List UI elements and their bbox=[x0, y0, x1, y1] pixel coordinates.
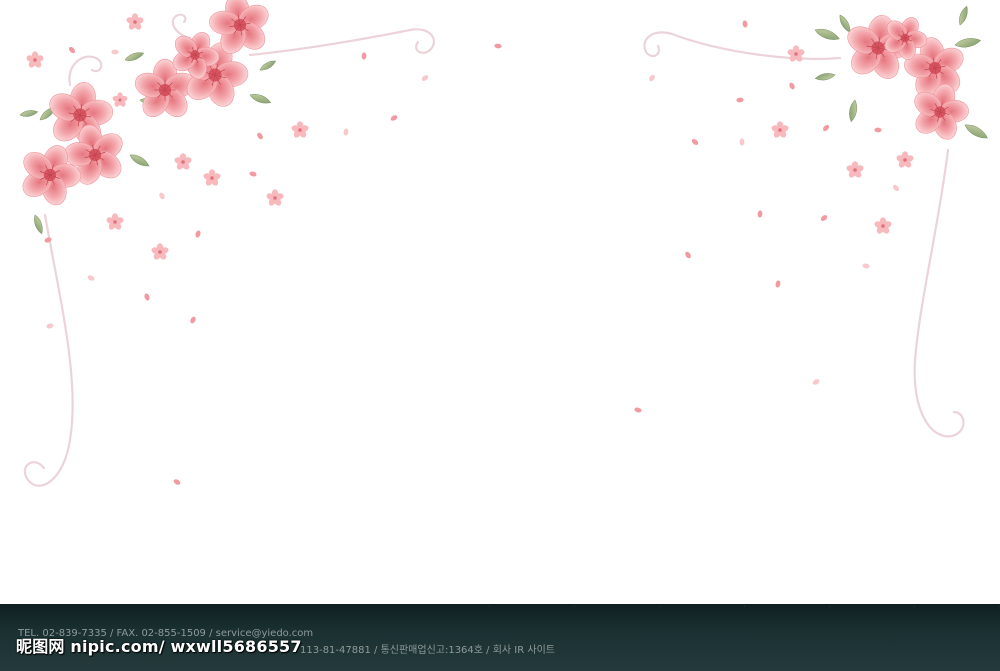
small-blossom bbox=[112, 92, 128, 107]
small-blossom bbox=[846, 161, 864, 178]
small-blossom bbox=[26, 51, 44, 68]
small-blossom bbox=[126, 13, 144, 30]
leaf bbox=[129, 154, 150, 167]
small-blossom bbox=[266, 189, 284, 206]
leaf bbox=[249, 94, 272, 104]
leaf bbox=[959, 5, 968, 26]
leaf bbox=[124, 52, 145, 61]
leaf bbox=[814, 73, 836, 81]
petal bbox=[159, 192, 165, 200]
petal bbox=[494, 43, 502, 49]
petal bbox=[822, 124, 830, 132]
small-blossom bbox=[787, 45, 805, 62]
footer-registration-line: 113-81-47881 / 통신판매업신고:1364호 / 회사 IR 사이트 bbox=[300, 641, 559, 656]
petal bbox=[862, 263, 870, 269]
footer-bar: · · · · · · · · · · · TEL. 02-839-7335 /… bbox=[0, 604, 1000, 671]
petal bbox=[144, 293, 150, 301]
petal bbox=[195, 230, 201, 238]
petal bbox=[257, 132, 263, 140]
petal bbox=[649, 74, 655, 82]
petal bbox=[173, 479, 181, 485]
leaf bbox=[814, 28, 840, 40]
petal bbox=[789, 82, 795, 90]
petal bbox=[361, 52, 367, 60]
petal bbox=[249, 171, 257, 177]
petal bbox=[736, 97, 744, 103]
petal bbox=[685, 251, 691, 259]
footer-divider-dots: · · · · · · · · · · · bbox=[488, 604, 1000, 611]
petal bbox=[87, 275, 95, 281]
small-blossom bbox=[874, 217, 892, 234]
petal bbox=[190, 316, 196, 324]
petal bbox=[390, 115, 398, 121]
petal bbox=[820, 215, 828, 221]
petal bbox=[874, 127, 882, 133]
leaf bbox=[259, 60, 276, 71]
leaf bbox=[964, 124, 988, 139]
footer-registration-text: 113-81-47881 / 통신판매업신고:1364호 / 회사 IR 사이트 bbox=[300, 645, 555, 656]
leaf bbox=[34, 214, 43, 235]
watermark-text: 昵图网 nipic.com/ wxwll5686557 bbox=[16, 637, 302, 656]
blossom-artwork bbox=[19, 0, 988, 487]
small-blossom bbox=[203, 169, 221, 186]
small-blossom bbox=[106, 213, 124, 230]
petal bbox=[343, 128, 349, 136]
petal bbox=[634, 407, 642, 413]
petal bbox=[893, 184, 899, 192]
leaf bbox=[19, 110, 39, 117]
small-blossom bbox=[771, 121, 789, 138]
petal bbox=[68, 46, 76, 54]
petal bbox=[775, 280, 781, 288]
petal bbox=[739, 138, 745, 146]
leaf bbox=[849, 99, 858, 123]
vine-right bbox=[643, 31, 965, 438]
small-blossom bbox=[151, 243, 169, 260]
small-blossom bbox=[174, 153, 192, 170]
leaf bbox=[954, 38, 982, 48]
petal bbox=[111, 49, 119, 55]
petal bbox=[742, 20, 748, 28]
blossom-flower bbox=[914, 83, 969, 140]
petal bbox=[691, 139, 699, 145]
blossom-cluster-right bbox=[771, 5, 988, 234]
small-blossom bbox=[291, 121, 309, 138]
small-blossom bbox=[896, 151, 914, 168]
petal bbox=[421, 75, 429, 81]
petal bbox=[757, 210, 763, 218]
blossom-cluster-left bbox=[19, 0, 309, 260]
petal bbox=[46, 323, 54, 329]
petal bbox=[812, 379, 820, 385]
